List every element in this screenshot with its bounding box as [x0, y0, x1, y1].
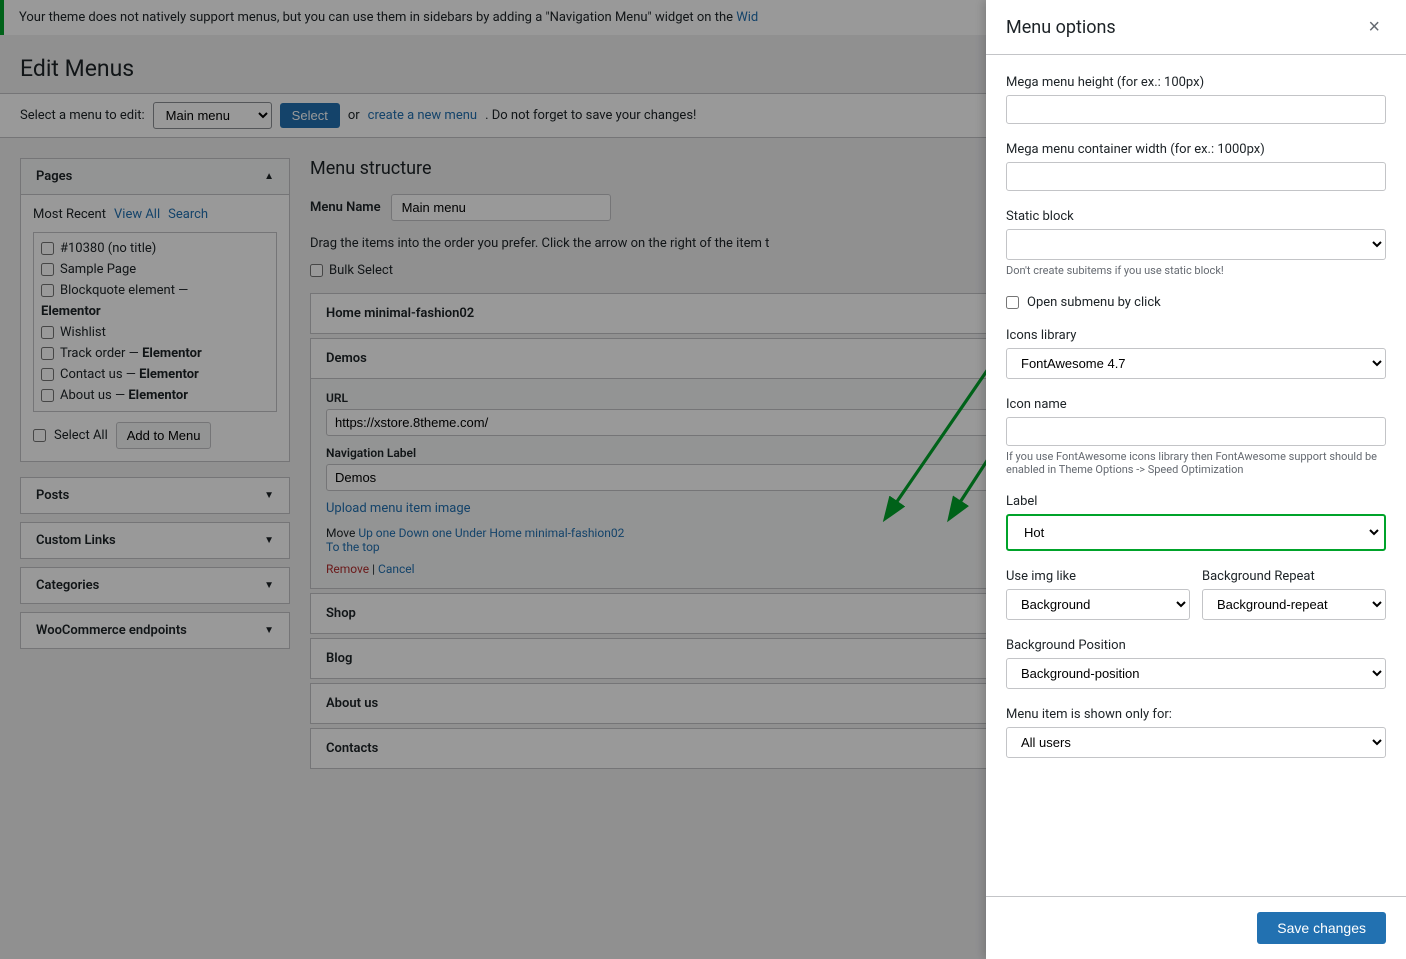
icon-name-label: Icon name: [1006, 397, 1386, 412]
bg-repeat-select[interactable]: Background-repeat no-repeat repeat: [1202, 589, 1386, 620]
use-img-field: Use img like Background Image: [1006, 569, 1190, 620]
static-block-select[interactable]: [1006, 229, 1386, 260]
menu-options-modal: Menu options × Mega menu height (for ex.…: [986, 0, 1406, 959]
icons-library-field: Icons library FontAwesome 4.7: [1006, 328, 1386, 379]
label-field: Label Hot New Sale: [1006, 494, 1386, 551]
bg-position-label: Background Position: [1006, 638, 1386, 653]
icons-library-select[interactable]: FontAwesome 4.7: [1006, 348, 1386, 379]
shown-for-select[interactable]: All users Logged in users Logged out use…: [1006, 727, 1386, 758]
bg-position-field: Background Position Background-position …: [1006, 638, 1386, 689]
use-img-label: Use img like: [1006, 569, 1190, 584]
mega-menu-height-label: Mega menu height (for ex.: 100px): [1006, 75, 1386, 90]
shown-for-field: Menu item is shown only for: All users L…: [1006, 707, 1386, 758]
static-block-label: Static block: [1006, 209, 1386, 224]
modal-header: Menu options ×: [986, 0, 1406, 55]
open-submenu-row: Open submenu by click: [1006, 295, 1386, 310]
label-select[interactable]: Hot New Sale: [1010, 518, 1382, 547]
shown-for-label: Menu item is shown only for:: [1006, 707, 1386, 722]
open-submenu-checkbox[interactable]: [1006, 296, 1019, 309]
modal-title: Menu options: [1006, 17, 1116, 38]
icon-hint: If you use FontAwesome icons library the…: [1006, 450, 1386, 476]
static-block-hint: Don't create subitems if you use static …: [1006, 264, 1386, 277]
save-changes-button[interactable]: Save changes: [1257, 912, 1386, 944]
mega-menu-width-label: Mega menu container width (for ex.: 1000…: [1006, 142, 1386, 157]
mega-menu-height-input[interactable]: [1006, 95, 1386, 124]
img-repeat-row: Use img like Background Image Background…: [1006, 569, 1386, 638]
modal-close-button[interactable]: ×: [1362, 15, 1386, 39]
bg-repeat-label: Background Repeat: [1202, 569, 1386, 584]
bg-position-select[interactable]: Background-position left top center cent…: [1006, 658, 1386, 689]
label-box: Hot New Sale: [1006, 514, 1386, 551]
open-submenu-label: Open submenu by click: [1027, 295, 1161, 310]
use-img-select[interactable]: Background Image: [1006, 589, 1190, 620]
icon-name-input[interactable]: [1006, 417, 1386, 446]
bg-repeat-field: Background Repeat Background-repeat no-r…: [1202, 569, 1386, 620]
mega-menu-height-field: Mega menu height (for ex.: 100px): [1006, 75, 1386, 124]
icons-library-label: Icons library: [1006, 328, 1386, 343]
modal-overlay[interactable]: Menu options × Mega menu height (for ex.…: [0, 0, 1406, 959]
label-field-label: Label: [1006, 494, 1386, 509]
static-block-field: Static block Don't create subitems if yo…: [1006, 209, 1386, 277]
modal-body: Mega menu height (for ex.: 100px) Mega m…: [986, 55, 1406, 896]
mega-menu-width-field: Mega menu container width (for ex.: 1000…: [1006, 142, 1386, 191]
modal-footer: Save changes: [986, 896, 1406, 959]
icon-name-field: Icon name If you use FontAwesome icons l…: [1006, 397, 1386, 476]
mega-menu-width-input[interactable]: [1006, 162, 1386, 191]
